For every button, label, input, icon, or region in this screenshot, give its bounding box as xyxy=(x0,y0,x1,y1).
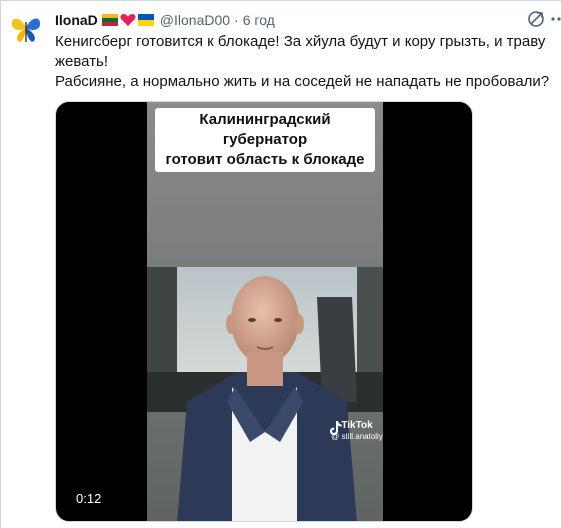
video-player[interactable]: Калининградский губернатор готовит облас… xyxy=(55,101,473,522)
video-frame[interactable]: Калининградский губернатор готовит облас… xyxy=(147,102,383,521)
caption-line-2: готовит область к блокаде xyxy=(165,151,365,168)
caption-line-1: Калининградский губернатор xyxy=(199,111,331,148)
tweet[interactable]: · · · · · IlonaD @IlonaD00 · 6 год Кениг… xyxy=(0,0,561,528)
tweet-header: IlonaD @IlonaD00 · 6 год xyxy=(55,10,275,30)
tweet-timestamp[interactable]: 6 год xyxy=(243,10,275,30)
heart-icon xyxy=(120,14,136,26)
tweet-text: Кенигсберг готовится к блокаде! За хйула… xyxy=(55,32,555,92)
tweet-text-line-1: Кенигсберг готовится к блокаде! За хйула… xyxy=(55,33,546,70)
author-avatar[interactable]: · · · · · xyxy=(9,7,43,47)
author-display-name[interactable]: IlonaD xyxy=(55,10,98,30)
share-icon[interactable] xyxy=(526,9,546,29)
video-duration-badge: 0:12 xyxy=(70,488,108,510)
meta-separator: · xyxy=(234,12,239,28)
author-handle[interactable]: @IlonaD00 xyxy=(160,10,230,30)
svg-text:· · · · ·: · · · · · xyxy=(22,10,31,14)
video-caption: Калининградский губернатор готовит облас… xyxy=(155,108,375,172)
flag-ukraine-icon xyxy=(137,14,154,26)
more-icon[interactable] xyxy=(550,9,561,29)
tiktok-icon xyxy=(330,421,342,435)
tweet-text-line-2: Рабсияне, а нормально жить и на соседей … xyxy=(55,73,550,90)
flag-lithuania-icon xyxy=(101,14,118,26)
tiktok-watermark: TikTok @ still.anatoliy xyxy=(329,420,383,442)
butterfly-icon: · · · · · xyxy=(9,7,43,47)
